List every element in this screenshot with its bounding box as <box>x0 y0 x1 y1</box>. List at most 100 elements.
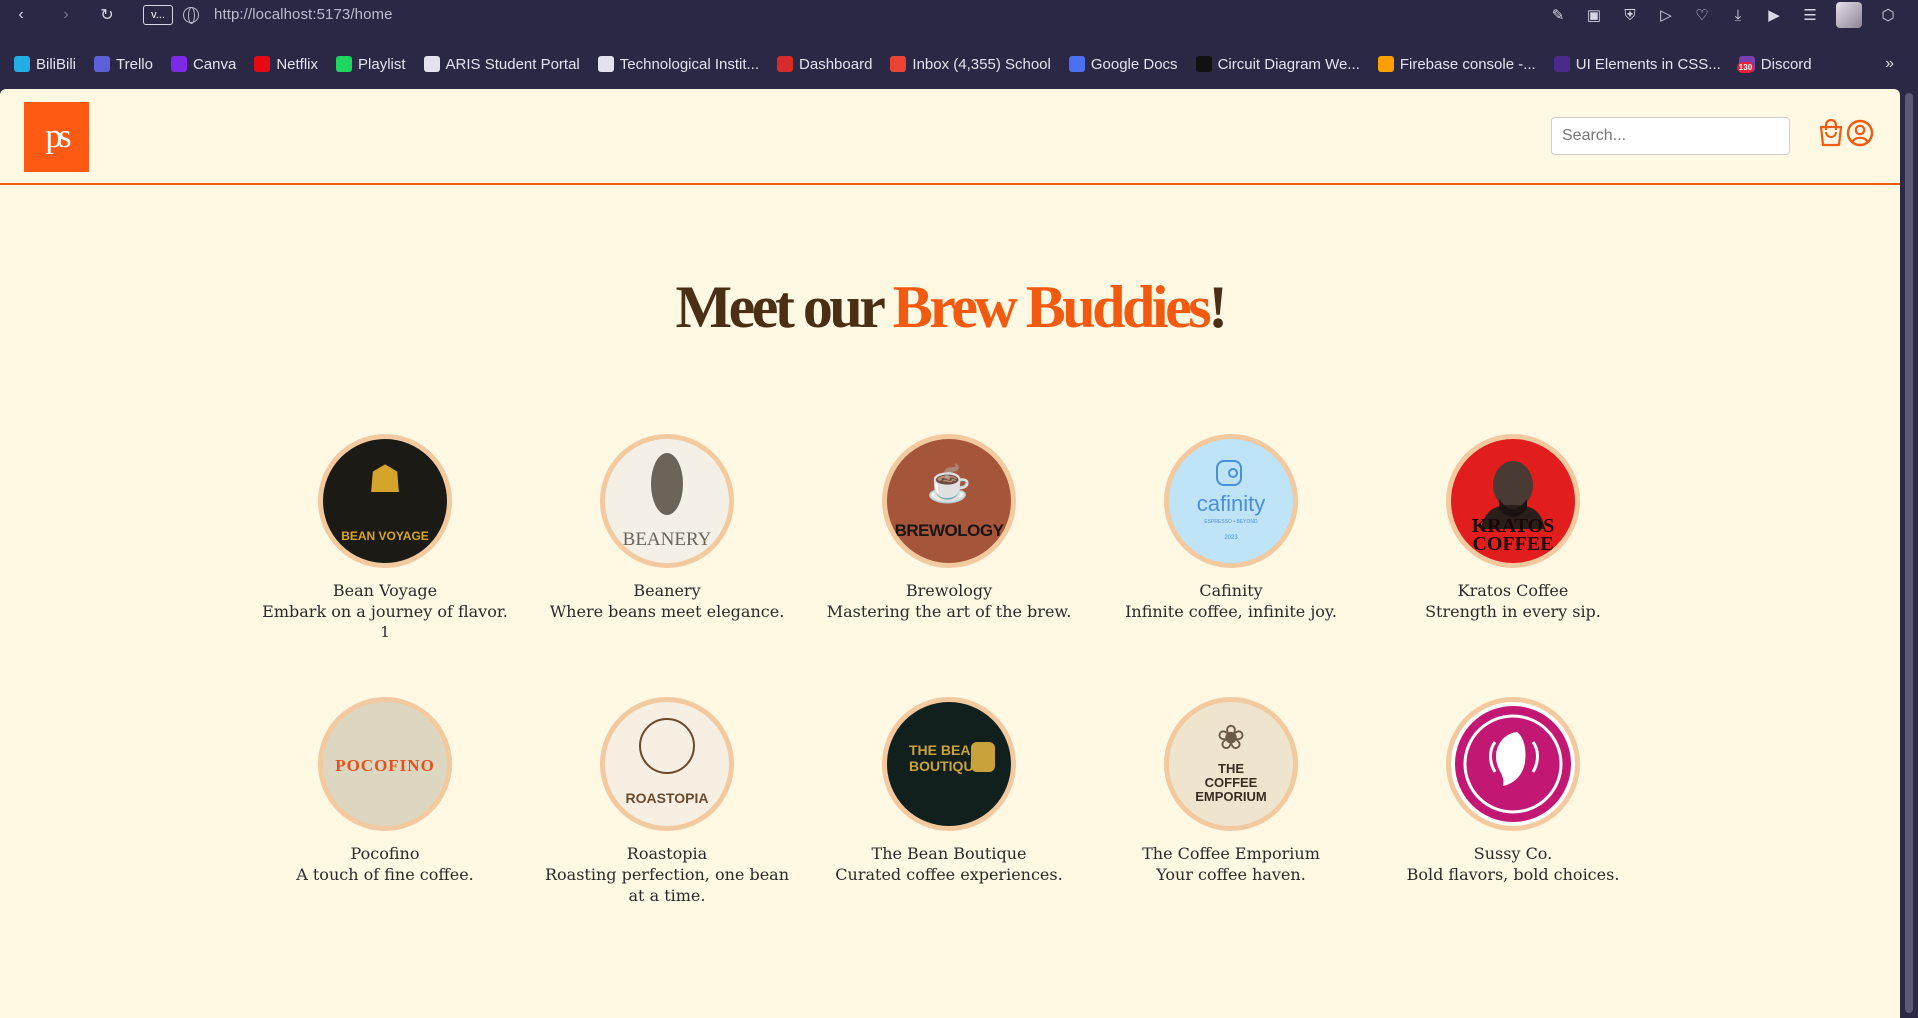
play-icon[interactable]: ▷ <box>1656 5 1676 25</box>
page-icon <box>597 56 614 72</box>
bookmark-label: Canva <box>192 55 237 73</box>
shield-icon[interactable]: ⛨ <box>1620 5 1640 25</box>
menu-icon[interactable]: ☰ <box>1800 5 1820 25</box>
download-icon[interactable]: ⤓ <box>1728 5 1748 25</box>
shop-logo[interactable]: KRATOS COFFEE <box>1446 434 1580 568</box>
search-input[interactable] <box>1551 117 1790 155</box>
address-bar[interactable]: http://localhost:5173/home <box>214 6 393 23</box>
shop-card[interactable]: Sussy Co. Bold flavors, bold choices. <box>1372 697 1654 906</box>
bookmark-item[interactable]: Circuit Diagram We... <box>1195 55 1360 73</box>
notification-badge: 130 <box>1736 62 1755 73</box>
logo-text: BEAN VOYAGE <box>341 529 429 543</box>
scrollbar[interactable] <box>1900 89 1918 1018</box>
coffee-cups-icon: ☕ <box>926 463 972 504</box>
camera-icon[interactable]: ▣ <box>1584 5 1604 25</box>
shop-card[interactable]: BEANERY Beanery Where beans meet elegance. <box>526 434 808 643</box>
shop-card[interactable]: ROASTOPIA Roastopia Roasting perfection, o… <box>526 697 808 906</box>
discord-icon: 130 <box>1736 56 1755 73</box>
shop-card[interactable]: POCOFINO Pocofino A touch of fine coffee. <box>244 697 526 906</box>
shop-name: The Bean Boutique <box>871 844 1027 863</box>
bookmark-label: Circuit Diagram We... <box>1217 55 1360 73</box>
shop-tagline: Curated coffee experiences. <box>835 865 1063 884</box>
shop-name: Roastopia <box>626 844 708 863</box>
logo-subtext: ESPRESSO • BEYOND <box>1204 519 1258 525</box>
page-icon <box>423 56 440 72</box>
bookmark-label: Discord <box>1760 55 1812 73</box>
heart-icon[interactable]: ♡ <box>1692 5 1712 25</box>
more-bookmarks-icon[interactable]: » <box>1885 55 1894 73</box>
bookmark-label: ARIS Student Portal <box>445 55 580 73</box>
cup-icon <box>1216 460 1242 486</box>
bookmark-item[interactable]: Google Docs <box>1068 55 1178 73</box>
shop-logo[interactable]: ROASTOPIA <box>600 697 734 831</box>
bookmark-label: Google Docs <box>1090 55 1178 73</box>
sack-logo-icon: ❀ <box>1216 719 1246 757</box>
shop-logo[interactable] <box>1446 697 1580 831</box>
bookmark-item[interactable]: Canva <box>170 55 237 73</box>
shop-logo[interactable]: THE BEAN BOUTIQUE <box>882 697 1016 831</box>
shop-logo[interactable]: ☕ BREWOLOGY <box>882 434 1016 568</box>
tab-chip[interactable]: v... <box>143 5 173 25</box>
shop-logo[interactable]: ❀ THE COFFEE EMPORIUM <box>1164 697 1298 831</box>
bookmark-item[interactable]: ARIS Student Portal <box>423 55 580 73</box>
netflix-icon <box>254 56 271 72</box>
shop-card[interactable]: cafinity ESPRESSO • BEYOND 2023 Cafinity Inf… <box>1090 434 1372 643</box>
shop-logo[interactable]: ☗ BEAN VOYAGE <box>318 434 452 568</box>
media-icon[interactable]: ▶ <box>1764 5 1784 25</box>
edit-icon[interactable]: ✎ <box>1548 5 1568 25</box>
shop-card[interactable]: THE BEAN BOUTIQUE The Bean Boutique Curate… <box>808 697 1090 906</box>
back-icon[interactable]: ‹ <box>10 4 32 26</box>
user-icon[interactable] <box>1846 119 1874 147</box>
docs-icon <box>1068 56 1085 72</box>
page-viewport: ps Meet our Brew Buddies! ☗ BEAN VOYAGE Be… <box>0 89 1900 1018</box>
logo-text: ROASTOPIA <box>625 790 709 806</box>
shop-badge: 1 <box>380 623 390 641</box>
bookmark-item[interactable]: Trello <box>94 56 153 73</box>
bookmark-item[interactable]: Technological Instit... <box>597 56 759 73</box>
shop-logo[interactable]: POCOFINO <box>318 697 452 831</box>
shop-card[interactable]: ☕ BREWOLOGY Brewology Mastering the art of … <box>808 434 1090 643</box>
scrollbar-thumb[interactable] <box>1905 93 1913 1013</box>
bookmark-item[interactable]: Firebase console -... <box>1377 55 1536 73</box>
bookmark-item[interactable]: UI Elements in CSS... <box>1553 55 1721 73</box>
shop-logo[interactable]: BEANERY <box>600 434 734 568</box>
shop-grid: ☗ BEAN VOYAGE Bean Voyage Embark on a journ… <box>244 434 1674 906</box>
cart-logo-icon: ☗ <box>367 459 403 501</box>
site-logo[interactable]: ps <box>24 102 89 172</box>
bookmark-item[interactable]: Playlist <box>336 56 406 73</box>
shop-card[interactable]: ☗ BEAN VOYAGE Bean Voyage Embark on a journ… <box>244 434 526 643</box>
logo-text: POCOFINO <box>335 756 435 775</box>
shop-tagline: Your coffee haven. <box>1156 865 1306 884</box>
ui-elements-icon <box>1553 56 1570 72</box>
bookmark-item[interactable]: BiliBili <box>14 56 76 73</box>
circuit-icon <box>1195 56 1212 72</box>
extensions-icon[interactable]: ⬡ <box>1878 5 1898 25</box>
bean-logo-icon <box>651 453 683 515</box>
bookmark-item[interactable]: Dashboard <box>777 56 872 73</box>
canva-icon <box>170 56 187 72</box>
logo-text: THE COFFEE EMPORIUM <box>1195 761 1267 804</box>
trello-icon <box>94 56 111 72</box>
shop-tagline: Infinite coffee, infinite joy. <box>1125 602 1337 621</box>
shop-card[interactable]: ❀ THE COFFEE EMPORIUM The Coffee Emporium Y… <box>1090 697 1372 906</box>
logo-text: KRATOS COFFEE <box>1471 515 1555 555</box>
shop-logo[interactable]: cafinity ESPRESSO • BEYOND 2023 <box>1164 434 1298 568</box>
logo-text: BREWOLOGY <box>894 521 1004 540</box>
bookmark-item[interactable]: Netflix <box>254 56 318 73</box>
shop-tagline: Embark on a journey of flavor. <box>262 602 508 621</box>
bookmark-label: UI Elements in CSS... <box>1575 55 1721 73</box>
firebase-icon <box>1377 56 1394 72</box>
reload-icon[interactable]: ↻ <box>96 4 118 26</box>
bookmark-item[interactable]: Inbox (4,355) School <box>890 56 1051 73</box>
shop-tagline: Strength in every sip. <box>1425 602 1601 621</box>
title-accent: Brew Buddies <box>892 274 1212 340</box>
cart-icon[interactable] <box>1818 119 1844 147</box>
forward-icon[interactable]: › <box>55 4 77 26</box>
shop-card[interactable]: KRATOS COFFEE Kratos Coffee Strength in ev… <box>1372 434 1654 643</box>
shop-name: Kratos Coffee <box>1457 581 1569 600</box>
bookmark-label: Firebase console -... <box>1399 55 1536 73</box>
goddess-logo-icon <box>1455 706 1571 822</box>
shop-tagline: A touch of fine coffee. <box>296 865 474 884</box>
bookmark-item[interactable]: 130 Discord <box>1736 55 1812 73</box>
profile-avatar[interactable] <box>1836 2 1862 28</box>
